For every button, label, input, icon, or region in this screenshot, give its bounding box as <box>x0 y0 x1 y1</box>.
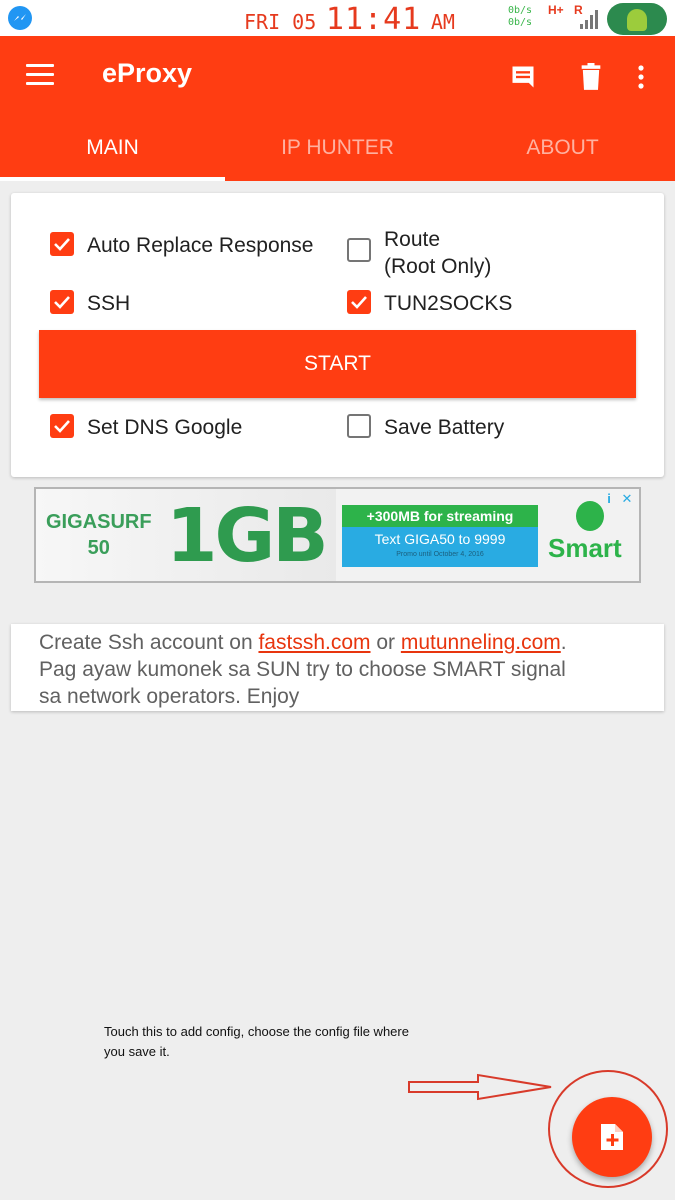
option-auto-replace-response[interactable]: Auto Replace Response <box>50 232 313 259</box>
signal-icon <box>580 10 598 29</box>
info-box: Create Ssh account on fastssh.com or mut… <box>11 624 664 711</box>
ad-brand: GIGASURF 50 <box>46 511 152 559</box>
ad-choices[interactable]: i ✕ <box>601 491 635 507</box>
close-icon[interactable]: ✕ <box>619 491 635 507</box>
menu-icon[interactable] <box>26 64 54 86</box>
messenger-icon <box>8 6 32 30</box>
more-vert-icon[interactable] <box>624 60 658 94</box>
tab-about[interactable]: ABOUT <box>450 128 675 181</box>
option-save-battery[interactable]: Save Battery <box>347 414 504 441</box>
option-label: TUN2SOCKS <box>384 292 513 315</box>
ad-banner[interactable]: GIGASURF 50 1GB +300MB for streaming Tex… <box>34 487 641 583</box>
ad-promo: +300MB for streaming Text GIGA50 to 9999… <box>342 505 538 567</box>
status-bar: FRI 05 11:41 AM 0b/s 0b/s H+ R <box>0 0 675 37</box>
option-label: Auto Replace Response <box>87 234 314 257</box>
annotation-note: Touch this to add config, choose the con… <box>104 1024 409 1059</box>
checkbox-checked[interactable] <box>50 414 74 438</box>
tab-main[interactable]: MAIN <box>0 128 225 181</box>
checkbox-checked[interactable] <box>50 290 74 314</box>
tab-ip-hunter[interactable]: IP HUNTER <box>225 128 450 181</box>
option-ssh[interactable]: SSH <box>50 290 130 317</box>
tab-bar: MAIN IP HUNTER ABOUT <box>0 128 675 181</box>
comment-icon[interactable] <box>506 60 540 94</box>
info-line-2: Pag ayaw kumonek sa SUN try to choose SM… <box>39 658 566 681</box>
checkbox-unchecked[interactable] <box>347 238 371 262</box>
ad-headline: 1GB <box>166 493 329 579</box>
avatar <box>607 3 667 35</box>
delete-icon[interactable] <box>574 60 608 94</box>
checkbox-checked[interactable] <box>347 290 371 314</box>
option-label: Set DNS Google <box>87 416 243 439</box>
option-route[interactable]: Route (Root Only) <box>347 226 491 280</box>
smart-logo-icon <box>576 501 604 531</box>
option-set-dns-google[interactable]: Set DNS Google <box>50 414 242 441</box>
link-fastssh[interactable]: fastssh.com <box>258 631 370 654</box>
start-button[interactable]: START <box>39 330 636 398</box>
ad-logo-text: Smart <box>548 533 622 563</box>
network-speed: 0b/s 0b/s <box>508 5 533 28</box>
link-mutunneling[interactable]: mutunneling.com <box>401 631 561 654</box>
option-label: Route (Root Only) <box>384 228 492 278</box>
add-config-button[interactable] <box>572 1097 652 1177</box>
network-type: H+ <box>548 3 564 17</box>
app-title: eProxy <box>102 58 193 88</box>
app-bar: eProxy MAIN IP HUNTER ABOUT <box>0 36 675 181</box>
checkbox-unchecked[interactable] <box>347 414 371 438</box>
checkbox-checked[interactable] <box>50 232 74 256</box>
add-file-icon <box>601 1124 623 1150</box>
option-label: SSH <box>87 292 131 315</box>
arrow-icon <box>408 1073 552 1101</box>
settings-card: Auto Replace Response Route (Root Only) … <box>11 193 664 477</box>
option-tun2socks[interactable]: TUN2SOCKS <box>347 290 512 317</box>
info-line-3: sa network operators. Enjoy <box>39 685 300 708</box>
option-label: Save Battery <box>384 416 505 439</box>
info-icon[interactable]: i <box>601 491 617 507</box>
info-line-1: Create Ssh account on fastssh.com or mut… <box>39 631 567 654</box>
status-clock: FRI 05 11:41 AM <box>244 2 455 37</box>
